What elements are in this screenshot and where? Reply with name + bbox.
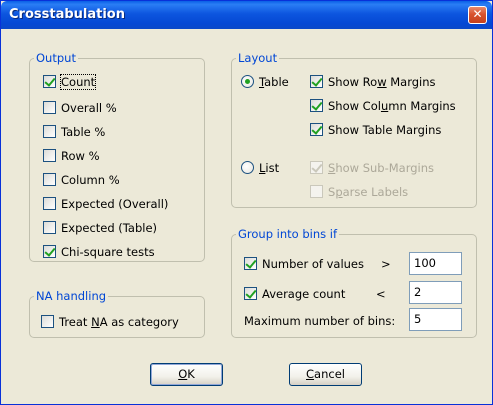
output-column-checkbox-box[interactable] [43, 173, 56, 186]
output-expected-overall-checkbox[interactable]: Expected (Overall) [43, 197, 198, 212]
output-row-checkbox-label: Row % [61, 149, 100, 163]
treat-na-label: Treat NA as category [59, 315, 179, 329]
title-bar[interactable]: Crosstabulation ✕ [1, 1, 492, 29]
close-icon: ✕ [472, 7, 483, 21]
list-radio[interactable]: List [241, 161, 301, 176]
na-handling-legend: NA handling [36, 289, 107, 303]
crosstabulation-dialog: Crosstabulation ✕ Output Layout Table Li… [0, 0, 493, 405]
treat-na-checkbox[interactable]: Treat NA as category [41, 315, 201, 330]
show-sub-margins-checkbox-box [310, 161, 323, 174]
output-overall-checkbox-box[interactable] [43, 101, 56, 114]
show-row-margins-checkbox-box[interactable] [310, 75, 323, 88]
max-bins-input[interactable]: 5 [409, 308, 462, 331]
show-sub-margins-checkbox-label: Show Sub-Margins [328, 161, 435, 175]
max-bins-label: Maximum number of bins: [244, 314, 396, 328]
average-count-checkbox[interactable]: Average count [244, 287, 384, 302]
show-sub-margins-checkbox: Show Sub-Margins [310, 161, 475, 176]
show-column-margins-checkbox-box[interactable] [310, 99, 323, 112]
table-radio-label: Table [259, 75, 289, 89]
output-legend: Output [36, 51, 76, 65]
close-button[interactable]: ✕ [468, 6, 487, 24]
output-overall-checkbox-label: Overall % [61, 101, 117, 115]
output-chi-square-tests-checkbox-box[interactable] [43, 245, 56, 258]
output-table-checkbox-label: Table % [61, 125, 106, 139]
output-table-checkbox[interactable]: Table % [43, 125, 198, 140]
output-chi-square-tests-checkbox[interactable]: Chi-square tests [43, 245, 198, 260]
ok-button[interactable]: OK [150, 363, 223, 386]
output-expected-table-checkbox-label: Expected (Table) [61, 221, 158, 235]
treat-na-checkbox-box[interactable] [41, 315, 54, 328]
show-table-margins-checkbox-label: Show Table Margins [328, 123, 442, 137]
output-count-checkbox[interactable]: Count [43, 74, 198, 90]
output-overall-checkbox[interactable]: Overall % [43, 101, 198, 116]
output-row-checkbox-box[interactable] [43, 149, 56, 162]
output-expected-table-checkbox[interactable]: Expected (Table) [43, 221, 198, 236]
output-row-checkbox[interactable]: Row % [43, 149, 198, 164]
list-radio-label: List [259, 161, 280, 175]
show-row-margins-checkbox-label: Show Row Margins [328, 75, 436, 89]
bins-legend: Group into bins if [238, 227, 338, 241]
number-of-values-checkbox-box[interactable] [244, 257, 257, 270]
output-table-checkbox-box[interactable] [43, 125, 56, 138]
output-column-checkbox[interactable]: Column % [43, 173, 198, 188]
cancel-button[interactable]: Cancel [289, 363, 362, 386]
output-expected-overall-checkbox-label: Expected (Overall) [61, 197, 169, 211]
layout-legend: Layout [238, 51, 278, 65]
table-radio[interactable]: Table [241, 75, 301, 90]
average-count-input[interactable]: 2 [409, 281, 462, 304]
output-count-checkbox-box[interactable] [43, 75, 56, 88]
na-handling-group: NA handling [29, 289, 205, 338]
output-chi-square-tests-checkbox-label: Chi-square tests [61, 245, 155, 259]
number-of-values-operator: > [381, 257, 391, 271]
output-count-checkbox-label: Count [59, 74, 97, 90]
output-expected-table-checkbox-box[interactable] [43, 221, 56, 234]
number-of-values-label: Number of values [262, 257, 364, 271]
output-expected-overall-checkbox-box[interactable] [43, 197, 56, 210]
list-radio-button[interactable] [241, 161, 254, 174]
number-of-values-checkbox[interactable]: Number of values [244, 257, 394, 272]
output-column-checkbox-label: Column % [61, 173, 120, 187]
show-table-margins-checkbox-box[interactable] [310, 123, 323, 136]
show-column-margins-checkbox[interactable]: Show Column Margins [310, 99, 475, 114]
show-table-margins-checkbox[interactable]: Show Table Margins [310, 123, 475, 138]
average-count-operator: < [376, 287, 386, 301]
show-row-margins-checkbox[interactable]: Show Row Margins [310, 75, 475, 90]
number-of-values-input[interactable]: 100 [409, 252, 462, 275]
average-count-checkbox-box[interactable] [244, 287, 257, 300]
show-column-margins-checkbox-label: Show Column Margins [328, 99, 456, 113]
window-title: Crosstabulation [9, 7, 125, 22]
average-count-label: Average count [262, 287, 346, 301]
sparse-labels-checkbox: Sparse Labels [310, 185, 475, 200]
table-radio-button[interactable] [241, 75, 254, 88]
sparse-labels-checkbox-box [310, 185, 323, 198]
sparse-labels-checkbox-label: Sparse Labels [328, 185, 409, 199]
